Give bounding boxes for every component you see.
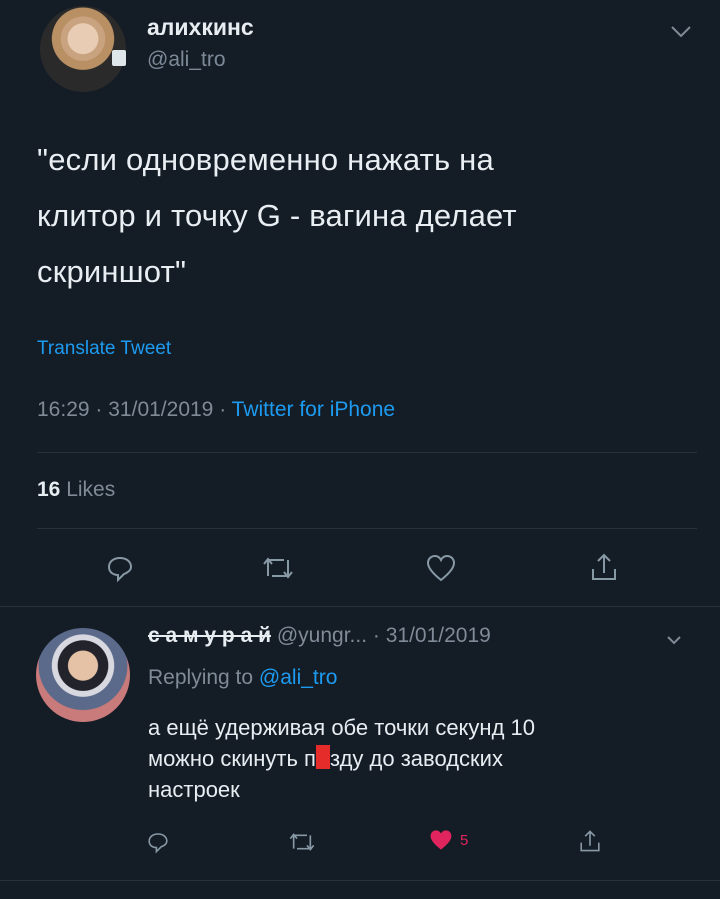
translate-link[interactable]: Translate Tweet bbox=[37, 338, 171, 360]
reply-text-fragment: зду до заводских bbox=[329, 746, 503, 771]
heart-icon[interactable] bbox=[420, 548, 462, 588]
like-button-liked[interactable]: 5 bbox=[428, 828, 468, 852]
tweet-time: 16:29 bbox=[37, 398, 90, 421]
replying-to-handle[interactable]: @ali_tro bbox=[259, 666, 338, 689]
separator: · bbox=[95, 398, 103, 421]
reply-text-line: можно скинуть п зду до заводских bbox=[148, 743, 688, 774]
avatar[interactable] bbox=[40, 6, 126, 92]
share-icon[interactable] bbox=[584, 546, 624, 588]
reply-icon[interactable] bbox=[142, 826, 174, 858]
likes-count[interactable]: 16 Likes bbox=[37, 478, 115, 502]
tweet-text: "если одновременно нажать на клитор и то… bbox=[37, 132, 687, 300]
tweet-source-link[interactable]: Twitter for iPhone bbox=[232, 398, 395, 421]
tweet-text-line: клитор и точку G - вагина делает bbox=[37, 198, 517, 233]
likes-label: Likes bbox=[66, 478, 116, 501]
heart-icon bbox=[430, 830, 452, 850]
reply-text-fragment: можно скинуть п bbox=[148, 746, 316, 771]
verified-tag-icon bbox=[112, 50, 126, 66]
reply-avatar[interactable] bbox=[36, 628, 130, 722]
reply-text-line: а ещё удерживая обе точки секунд 10 bbox=[148, 715, 535, 740]
divider bbox=[37, 528, 697, 529]
display-name[interactable]: алихкинс bbox=[147, 14, 254, 41]
chevron-down-icon[interactable] bbox=[664, 632, 684, 648]
separator: · bbox=[219, 398, 227, 421]
share-icon[interactable] bbox=[574, 824, 606, 858]
reply-header: с а м у р а й @yungr... · 31/01/2019 bbox=[148, 624, 491, 648]
tweet-date: 31/01/2019 bbox=[108, 398, 214, 421]
reply-text-line: настроек bbox=[148, 777, 240, 802]
reply-handle[interactable]: @yungr... bbox=[277, 624, 367, 647]
replying-to-label: Replying to bbox=[148, 666, 254, 689]
chevron-down-icon[interactable] bbox=[668, 22, 694, 42]
divider bbox=[0, 606, 720, 607]
censor-block bbox=[315, 745, 330, 769]
reply-text: а ещё удерживая обе точки секунд 10 можн… bbox=[148, 712, 688, 805]
retweet-icon[interactable] bbox=[284, 826, 320, 858]
reply-display-name[interactable]: с а м у р а й bbox=[148, 624, 271, 647]
likes-number: 16 bbox=[37, 478, 61, 501]
tweet-metadata: 16:29 · 31/01/2019 · Twitter for iPhone bbox=[37, 398, 395, 422]
divider bbox=[0, 880, 720, 881]
tweet-text-line: "если одновременно нажать на bbox=[37, 142, 494, 177]
user-handle[interactable]: @ali_tro bbox=[147, 48, 226, 72]
tweet-text-line: скриншот" bbox=[37, 254, 187, 289]
reply-date: · 31/01/2019 bbox=[372, 624, 491, 647]
replying-to: Replying to @ali_tro bbox=[148, 666, 337, 690]
divider bbox=[37, 452, 697, 453]
like-count: 5 bbox=[460, 831, 469, 849]
retweet-icon[interactable] bbox=[255, 548, 301, 588]
reply-icon[interactable] bbox=[100, 548, 140, 588]
